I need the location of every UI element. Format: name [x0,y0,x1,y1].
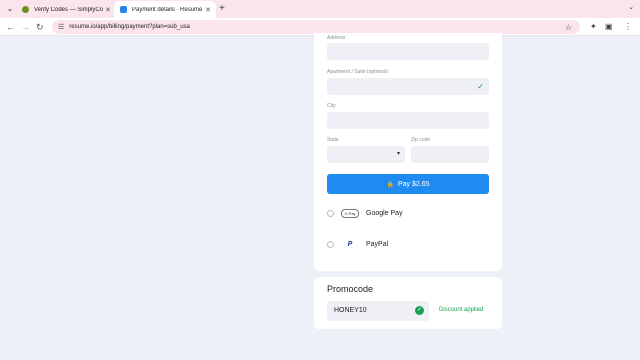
url-text[interactable]: resume.io/app/billing/payment?plan=sub_u… [69,24,565,30]
lock-icon: 🔒 [386,181,394,188]
address-label: Address [327,35,346,41]
back-arrow-icon[interactable]: ← [6,21,15,33]
new-tab-icon[interactable]: + [219,3,225,15]
close-icon[interactable]: ✕ [203,6,213,14]
address-field[interactable] [327,43,489,60]
google-pay-logo-icon: G Pay [341,208,359,218]
city-label: City [327,103,336,109]
close-icon[interactable]: ✕ [103,6,113,14]
check-icon: ✓ [477,82,484,91]
bookmark-star-icon[interactable]: ☆ [565,23,572,32]
more-menu-icon[interactable]: ⋮ [624,22,632,31]
radio-button[interactable] [327,240,334,248]
promocode-card: Promocode HONEY10 ✓ Discount applied [314,277,502,329]
state-select[interactable]: ▾ [327,146,405,163]
chevron-down-icon[interactable]: ⌄ [628,3,634,11]
payment-option-google-pay[interactable]: G Pay Google Pay [327,206,489,220]
payment-option-paypal[interactable]: P PayPal [327,237,489,251]
tab-title: Verify Codes — SimplyCodes [34,6,103,13]
zip-field[interactable] [411,146,489,163]
city-field[interactable] [327,112,489,129]
tab-verify-codes[interactable]: Verify Codes — SimplyCodes ✕ [16,1,116,18]
site-info-icon[interactable]: ☰ [58,23,64,31]
side-panel-icon[interactable]: ▣ [605,22,613,31]
address-bar[interactable]: ☰ resume.io/app/billing/payment?plan=sub… [52,20,580,34]
payment-option-label: PayPal [366,240,389,248]
pay-button[interactable]: 🔒 Pay $2.65 [327,174,489,194]
promocode-input[interactable]: HONEY10 ✓ [327,301,429,321]
apartment-label: Apartment / Suite (optional) [327,69,388,75]
tab-payment-details[interactable]: Payment details · Resume.io ✕ [114,1,216,18]
simplycodes-favicon-icon [22,6,29,13]
tab-search-icon[interactable]: ⌄ [4,3,16,15]
promocode-title: Promocode [327,284,374,294]
discount-status: Discount applied [439,307,484,313]
state-label: State [327,137,339,143]
tab-strip: ⌄ Verify Codes — SimplyCodes ✕ Payment d… [0,0,640,18]
reload-icon[interactable]: ↻ [36,21,44,33]
zip-label: Zip code [411,137,431,143]
apartment-field[interactable]: ✓ [327,78,489,95]
pay-button-label: Pay $2.65 [397,180,430,188]
forward-arrow-icon[interactable]: → [21,21,30,33]
payment-option-label: Google Pay [366,209,403,217]
promocode-value: HONEY10 [334,307,367,314]
payment-form-card: Address Apartment / Suite (optional) ✓ C… [314,33,502,271]
paypal-logo-icon: P [347,240,353,248]
radio-button[interactable] [327,209,334,217]
extensions-icon[interactable]: ✦ [590,22,597,31]
resume-favicon-icon [120,6,127,13]
check-circle-icon: ✓ [415,306,424,315]
tab-title: Payment details · Resume.io [132,6,203,13]
chevron-down-icon: ▾ [396,151,400,157]
